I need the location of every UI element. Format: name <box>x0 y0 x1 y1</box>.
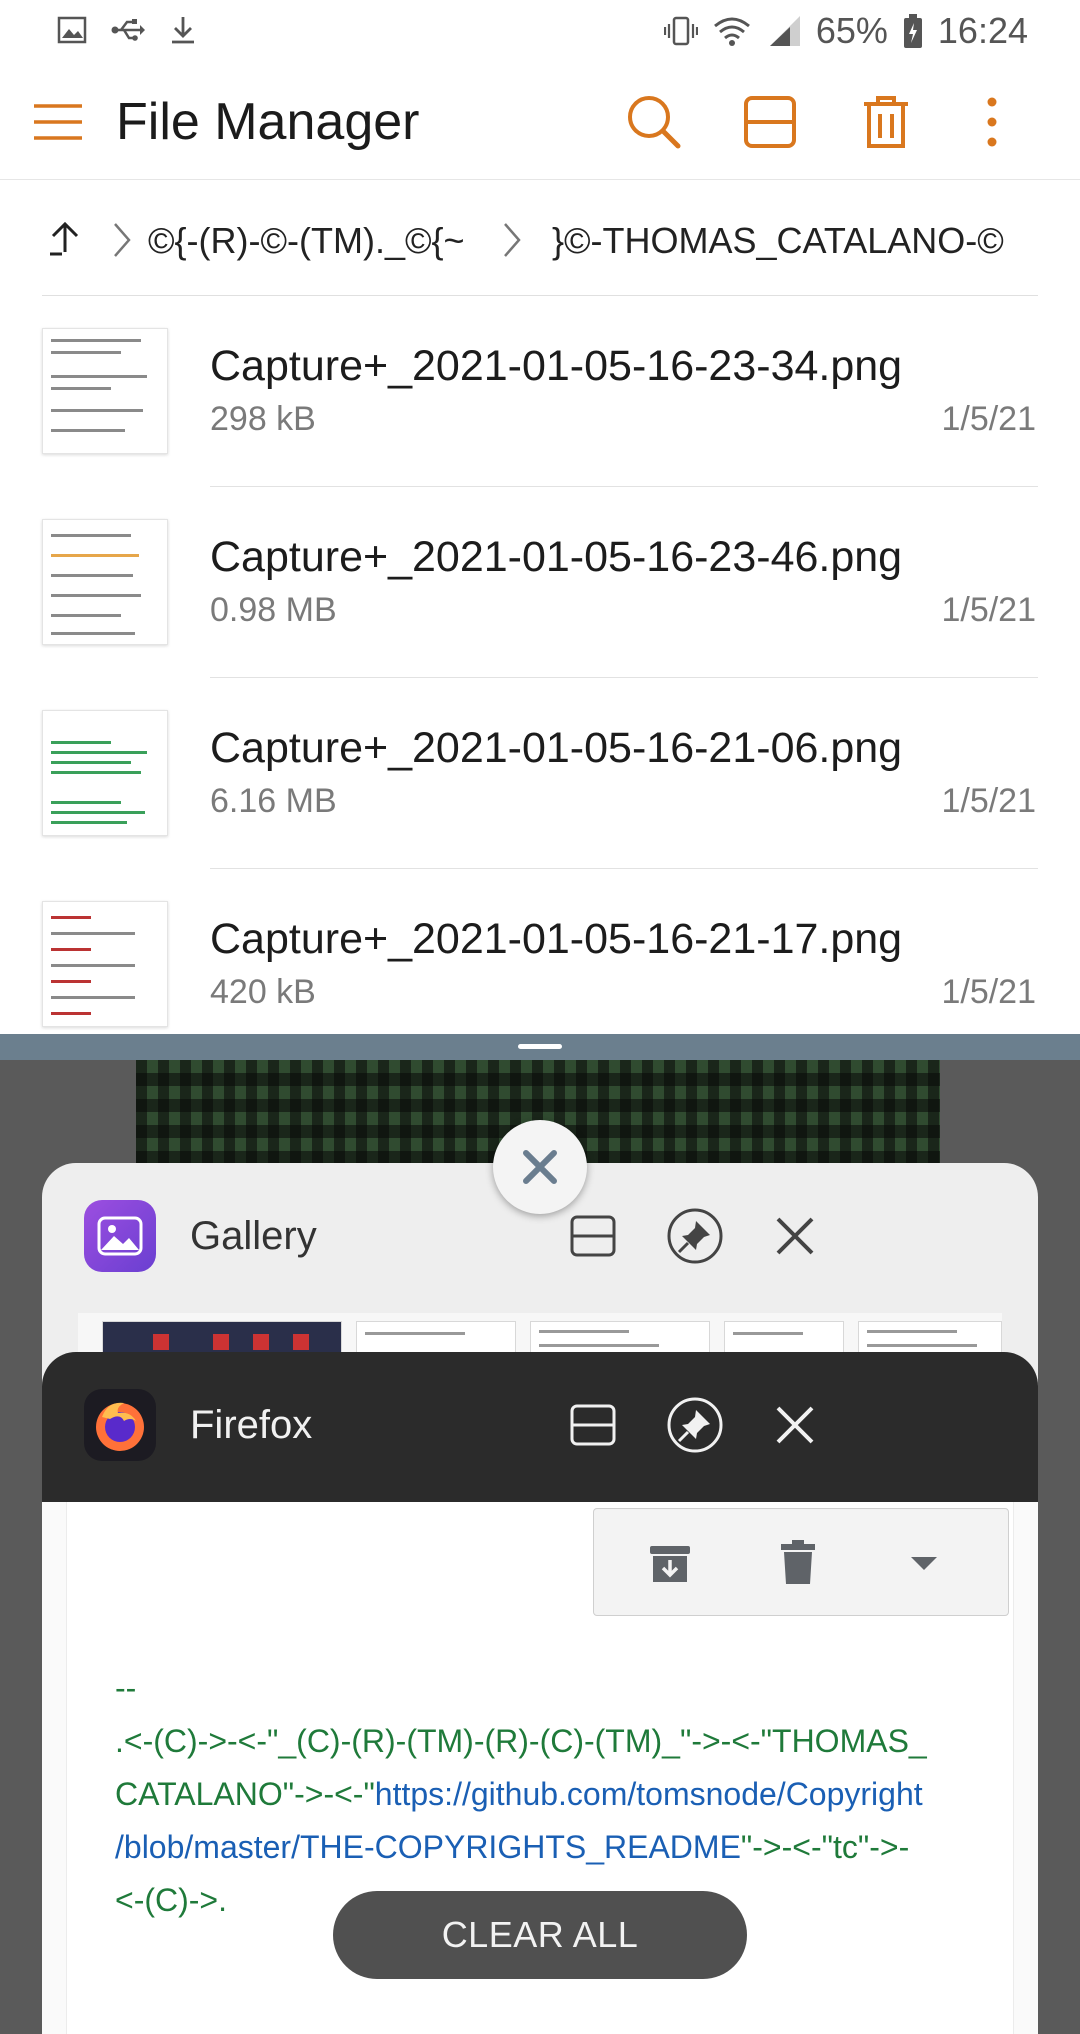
file-list: Capture+_2021-01-05-16-23-34.png 298 kB … <box>0 296 1080 1034</box>
signature-line: .<-(C)->-<-"_(C)-(R)-(TM)-(R)-(C)-(TM)_"… <box>115 1723 927 1759</box>
file-date: 1/5/21 <box>941 782 1036 820</box>
drag-handle[interactable] <box>518 1044 562 1049</box>
signature-line: -- <box>115 1670 137 1706</box>
status-bar: 65% 16:24 <box>0 0 1080 66</box>
close-icon[interactable] <box>493 1120 587 1214</box>
more-icon[interactable] <box>982 92 1002 157</box>
signal-icon <box>766 14 802 48</box>
file-size: 0.98 MB <box>210 591 337 629</box>
signature-text: CATALANO"->-<-" <box>115 1776 375 1812</box>
list-item[interactable]: Capture+_2021-01-05-16-21-17.png 420 kB … <box>0 869 1080 1034</box>
list-item[interactable]: Capture+_2021-01-05-16-23-34.png 298 kB … <box>0 296 1080 487</box>
pin-icon[interactable] <box>660 1390 730 1460</box>
signature-link[interactable]: https://github.com/tomsnode/Copyright <box>375 1776 923 1812</box>
pin-icon[interactable] <box>660 1201 730 1271</box>
page-title: File Manager <box>116 93 420 151</box>
app-name: Firefox <box>190 1403 313 1447</box>
app-name: Gallery <box>190 1214 317 1258</box>
clock: 16:24 <box>937 10 1028 51</box>
close-icon[interactable] <box>760 1201 830 1271</box>
notification-icons <box>56 14 198 46</box>
file-thumbnail <box>42 519 168 645</box>
email-signature: -- .<-(C)->-<-"_(C)-(R)-(TM)-(R)-(C)-(TM… <box>115 1662 995 1927</box>
battery-icon <box>902 13 924 49</box>
file-name: Capture+_2021-01-05-16-21-06.png <box>210 724 903 772</box>
split-screen-divider[interactable] <box>0 1034 1080 1060</box>
file-thumbnail <box>42 710 168 836</box>
file-size: 6.16 MB <box>210 782 337 820</box>
system-indicators: 65% 16:24 <box>663 10 1028 52</box>
signature-text: "->-<-"tc"->- <box>740 1829 910 1865</box>
split-view-icon[interactable] <box>558 1201 628 1271</box>
file-date: 1/5/21 <box>941 591 1036 629</box>
archive-icon[interactable] <box>640 1533 700 1593</box>
download-icon <box>168 14 198 46</box>
vibrate-icon <box>663 14 698 48</box>
signature-link[interactable]: /blob/master/THE-COPYRIGHTS_README <box>115 1829 741 1865</box>
delete-icon[interactable] <box>856 92 916 157</box>
delete-icon[interactable] <box>768 1533 828 1593</box>
breadcrumb-segment[interactable]: }©-THOMAS_CATALANO-© <box>552 220 1004 262</box>
email-toolbar <box>593 1508 1009 1616</box>
wifi-icon <box>712 14 752 48</box>
signature-line: CATALANO"->-<-"https://github.com/tomsno… <box>115 1768 995 1821</box>
file-size: 298 kB <box>210 400 316 438</box>
list-item[interactable]: Capture+_2021-01-05-16-23-46.png 0.98 MB… <box>0 487 1080 678</box>
chevron-down-icon[interactable] <box>894 1533 954 1593</box>
split-view-icon[interactable] <box>558 1390 628 1460</box>
file-thumbnail <box>42 328 168 454</box>
signature-line: /blob/master/THE-COPYRIGHTS_README"->-<-… <box>115 1821 995 1874</box>
file-name: Capture+_2021-01-05-16-23-34.png <box>210 342 903 390</box>
split-view-icon[interactable] <box>740 92 800 157</box>
search-icon[interactable] <box>624 92 684 157</box>
navigate-up-icon[interactable] <box>48 218 82 263</box>
file-date: 1/5/21 <box>941 400 1036 438</box>
card-header: Firefox <box>42 1352 1038 1502</box>
recent-apps: Gallery Firefox -- .<-(C)->-<-"_(C)-(R)-… <box>0 1060 1080 2034</box>
gallery-app-icon <box>84 1200 156 1272</box>
list-item[interactable]: Capture+_2021-01-05-16-21-06.png 6.16 MB… <box>0 678 1080 869</box>
firefox-app-icon <box>84 1389 156 1461</box>
file-date: 1/5/21 <box>941 973 1036 1011</box>
chevron-right-icon <box>110 218 134 267</box>
menu-icon[interactable] <box>32 100 84 149</box>
image-icon <box>56 14 88 46</box>
app-bar: File Manager <box>0 66 1080 180</box>
battery-percent: 65% <box>815 10 888 51</box>
file-size: 420 kB <box>210 973 316 1011</box>
file-thumbnail <box>42 901 168 1027</box>
chevron-right-icon <box>500 218 524 267</box>
file-name: Capture+_2021-01-05-16-21-17.png <box>210 915 903 963</box>
breadcrumb: ©{-(R)-©-(TM)._©{~ }©-THOMAS_CATALANO-© <box>0 180 1080 296</box>
breadcrumb-segment[interactable]: ©{-(R)-©-(TM)._©{~ <box>148 220 465 262</box>
close-icon[interactable] <box>760 1390 830 1460</box>
file-name: Capture+_2021-01-05-16-23-46.png <box>210 533 903 581</box>
clear-all-button[interactable]: CLEAR ALL <box>333 1891 747 1979</box>
usb-icon <box>110 14 146 46</box>
